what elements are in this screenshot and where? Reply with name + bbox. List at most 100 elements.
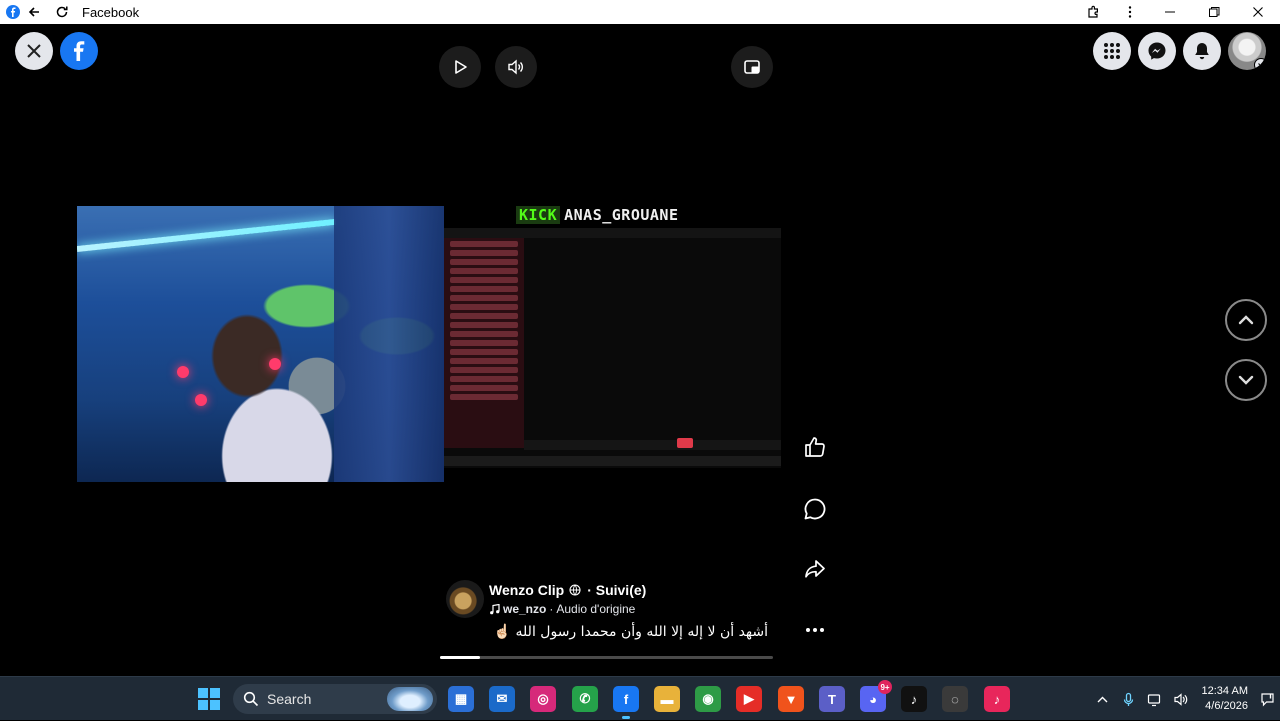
windows-taskbar: Search ▦ ✉ ◎ ✆ f ▬ ◉ ▶ ▼ T ◕ 9+ ♪ ◌ ♪ 12:34 AM 4/6/202… [0, 676, 1280, 720]
chevron-down-icon [1254, 58, 1266, 70]
thumbs-up-icon [805, 437, 825, 457]
clock-time: 12:34 AM [1201, 685, 1248, 697]
taskbar-search[interactable]: Search [233, 684, 437, 714]
windows-start-icon[interactable] [198, 688, 220, 710]
video-player[interactable]: KICK ANAS_GROUANE [77, 206, 781, 482]
stream-overlay-label: KICK ANAS_GROUANE [516, 206, 679, 224]
previous-reel-button[interactable] [1225, 299, 1267, 341]
chrome-icon[interactable]: ◉ [695, 686, 721, 712]
grid-icon [1104, 43, 1120, 59]
chevron-up-icon[interactable] [1090, 677, 1116, 721]
facebook-icon[interactable]: f [613, 686, 639, 719]
screen-bottombar [524, 440, 781, 450]
minimize-button[interactable] [1148, 0, 1192, 24]
reload-icon[interactable] [48, 0, 76, 24]
chevron-down-icon [1238, 375, 1254, 385]
close-window-button[interactable] [1236, 0, 1280, 24]
search-label: Search [267, 691, 312, 707]
channel-name: ANAS_GROUANE [564, 206, 679, 224]
facebook-logo[interactable] [60, 32, 98, 70]
more-options-button[interactable] [800, 615, 830, 645]
youtube-icon[interactable]: ▶ [736, 686, 762, 712]
close-reel-button[interactable] [15, 32, 53, 70]
discord-badge: 9+ [878, 680, 892, 694]
tiktok-glyph: ♪ [910, 691, 918, 707]
like-button[interactable] [800, 432, 830, 462]
facebook-f-icon [74, 41, 85, 61]
tiktok-lite-icon[interactable]: ♪ [984, 686, 1010, 712]
comment-icon [804, 498, 826, 520]
browser-title-bar: Facebook [0, 0, 1280, 24]
discord-glyph: ◕ [869, 691, 877, 707]
audio-separator: · [549, 602, 554, 616]
tiktok-icon[interactable]: ♪ [901, 686, 927, 712]
webcam-feed [77, 206, 444, 482]
follow-status[interactable]: · Suivi(e) [587, 582, 646, 598]
brave-icon[interactable]: ▼ [778, 686, 804, 712]
facebook-favicon-icon [6, 5, 20, 19]
outlook-icon[interactable]: ✉ [489, 686, 515, 712]
pip-icon [744, 60, 760, 74]
discord-icon[interactable]: ◕ 9+ [860, 680, 892, 712]
account-avatar-button[interactable] [1228, 32, 1266, 70]
microphone-icon[interactable] [1116, 677, 1142, 721]
screen-taskbar [444, 456, 781, 466]
chrome-glyph: ◉ [702, 691, 714, 706]
system-tray: 12:34 AM 4/6/2026 [1090, 677, 1280, 721]
notifications-button[interactable] [1183, 32, 1221, 70]
share-button[interactable] [800, 554, 830, 584]
picture-in-picture-button[interactable] [731, 46, 773, 88]
led-strip [77, 218, 336, 252]
clock-date: 4/6/2026 [1205, 700, 1248, 712]
audio-username[interactable]: we_nzo [503, 602, 546, 616]
extensions-icon[interactable] [1076, 0, 1112, 24]
close-icon [27, 44, 41, 58]
search-icon [243, 691, 259, 707]
file-explorer-icon[interactable]: ▬ [654, 686, 680, 712]
menu-grid-button[interactable] [1093, 32, 1131, 70]
play-button[interactable] [439, 46, 481, 88]
screen-topbar [444, 228, 781, 238]
app-icon[interactable]: ◌ [942, 686, 968, 712]
volume-button[interactable] [495, 46, 537, 88]
progress-fill [440, 656, 480, 659]
whatsapp-glyph: ✆ [579, 691, 591, 706]
reel-viewer: KICK ANAS_GROUANE Wenzo Clip · Suivi(e) … [0, 24, 1280, 676]
more-menu-icon[interactable] [1112, 0, 1148, 24]
screen-end-call [677, 438, 693, 448]
screen-sidebar [444, 238, 524, 448]
instagram-glyph: ◎ [537, 691, 549, 706]
author-avatar[interactable] [446, 580, 484, 618]
music-note-icon [490, 603, 500, 614]
audio-label[interactable]: Audio d'origine [556, 602, 635, 616]
curtain [334, 206, 444, 482]
store-icon[interactable]: ▦ [448, 686, 474, 712]
author-name[interactable]: Wenzo Clip [489, 582, 564, 598]
taskbar-clock[interactable]: 12:34 AM 4/6/2026 [1202, 684, 1248, 714]
window-title: Facebook [82, 4, 140, 20]
globe-icon [569, 584, 581, 596]
restore-button[interactable] [1192, 0, 1236, 24]
outlook-glyph: ✉ [496, 691, 508, 706]
video-progress-bar[interactable] [440, 656, 773, 659]
speaker-icon[interactable] [1168, 677, 1194, 721]
teams-icon[interactable]: T [819, 686, 845, 712]
back-arrow-icon[interactable] [20, 0, 48, 24]
notification-center-icon[interactable] [1254, 677, 1280, 721]
network-icon[interactable] [1142, 677, 1168, 721]
next-reel-button[interactable] [1225, 359, 1267, 401]
instagram-icon[interactable]: ◎ [530, 686, 556, 712]
app-glyph: ◌ [951, 691, 959, 707]
bell-icon [1195, 43, 1209, 60]
brave-glyph: ▼ [784, 691, 798, 707]
messenger-icon [1148, 42, 1166, 60]
teams-glyph: T [828, 691, 836, 707]
screen-capture [444, 228, 781, 468]
whatsapp-icon[interactable]: ✆ [572, 686, 598, 712]
youtube-glyph: ▶ [744, 691, 754, 706]
file-explorer-glyph: ▬ [660, 691, 674, 707]
volume-icon [508, 59, 523, 75]
messenger-button[interactable] [1138, 32, 1176, 70]
comment-button[interactable] [800, 494, 830, 524]
headset-light [177, 366, 189, 378]
